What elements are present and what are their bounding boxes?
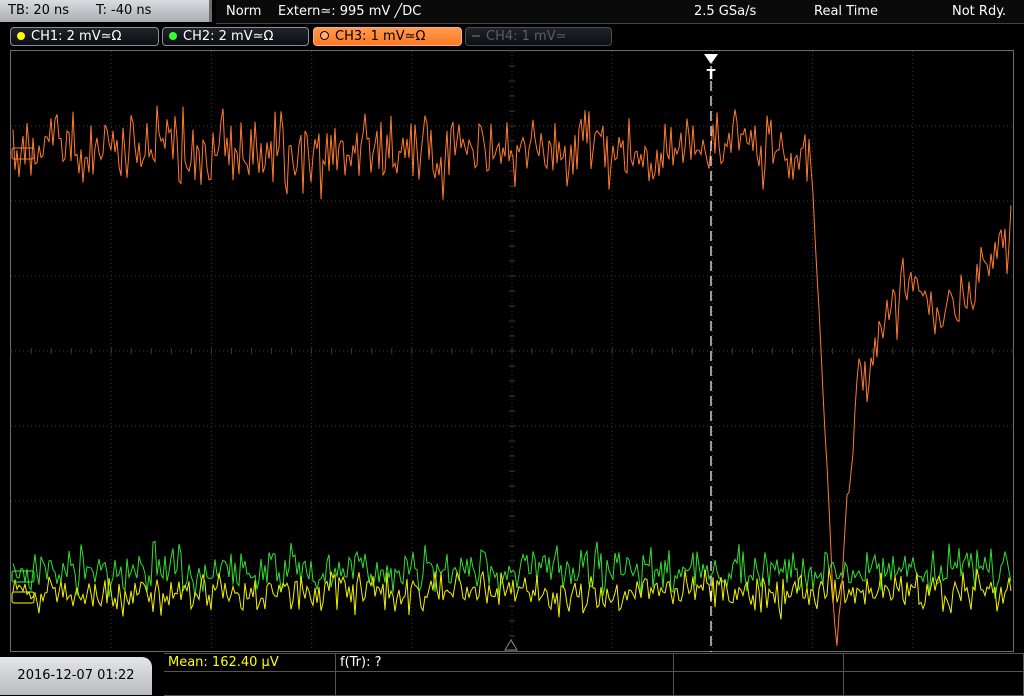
- measurement-slot-4[interactable]: [844, 654, 1024, 672]
- mean-measurement[interactable]: Mean: 162.40 µV: [164, 654, 336, 672]
- measurement-slot-8[interactable]: [844, 672, 1024, 696]
- measurement-slot-5[interactable]: [164, 672, 336, 696]
- measurement-slot-3[interactable]: [674, 654, 844, 672]
- ch3-ground-marker[interactable]: [11, 147, 35, 160]
- trigger-arrow-icon[interactable]: [704, 54, 718, 64]
- measurement-slot-7[interactable]: [674, 672, 844, 696]
- trigger-marker: T: [707, 68, 716, 83]
- time-reference-icon: [504, 639, 518, 651]
- rise-frequency-measurement[interactable]: f(Tr): ?: [336, 654, 674, 672]
- date-time: 2016-12-07 01:22: [0, 657, 152, 695]
- waveform-traces: T: [10, 50, 1014, 652]
- measurement-slot-6[interactable]: [336, 672, 674, 696]
- measurement-panel: Mean: 162.40 µV f(Tr): ?: [164, 653, 1024, 696]
